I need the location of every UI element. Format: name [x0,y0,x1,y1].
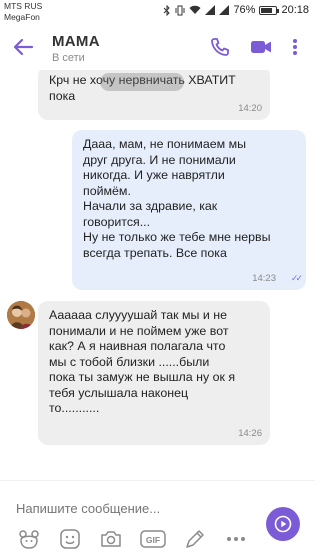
signal-icon-2 [219,5,230,15]
more-vertical-icon[interactable] [288,36,302,58]
message-incoming[interactable]: Аааааа слуууушай так мы и не понимали и … [38,301,270,445]
carrier-info: MTS RUS MegaFon [4,1,42,23]
composer: GIF [0,480,315,560]
gif-icon[interactable]: GIF [140,527,166,551]
doodle-icon[interactable] [183,527,207,551]
camera-icon[interactable] [99,527,123,551]
contact-name[interactable]: МАМА [52,33,100,50]
carrier-secondary: MegaFon [4,12,40,22]
battery-fill [261,7,273,13]
message-list[interactable]: Крч не хочу нервничать ХВАТИТ пока 14:20… [0,70,315,480]
message-text: Аааааа слуууушай так мы и не понимали и … [49,308,236,415]
read-ticks: ✓✓ [290,272,303,283]
message-outgoing[interactable]: Дааа, мам, не понимаем мы друг друга. И … [72,130,306,290]
message-text: Дааа, мам, не понимаем мы друг друга. И … [83,137,271,260]
vibrate-icon [175,5,185,15]
play-circle-icon [274,515,292,533]
sticker-bear-icon[interactable] [17,527,41,551]
status-indicators: 76% 20:18 [163,4,309,16]
back-arrow-icon[interactable] [10,34,36,60]
gif-label: GIF [146,535,160,545]
more-dots-icon[interactable] [224,527,248,551]
message-time: 14:26 [238,427,262,439]
emoji-icon[interactable] [58,527,82,551]
contact-status: В сети [52,52,85,64]
message-time: 14:23 [252,272,276,284]
composer-tools: GIF [0,525,265,553]
carrier-primary: MTS RUS [4,1,43,11]
bluetooth-icon [164,4,171,16]
avatar[interactable] [7,301,35,329]
phone-icon[interactable] [209,36,231,58]
message-input[interactable] [16,497,256,519]
avatar-image [7,301,35,329]
battery-icon [259,5,280,15]
wifi-icon [189,5,201,14]
status-bar: MTS RUS MegaFon 76% 20:18 [0,0,315,24]
message-time: 14:20 [238,102,262,114]
clock: 20:18 [281,4,309,16]
voice-video-message-button[interactable] [266,507,300,541]
video-camera-icon[interactable] [250,36,272,58]
chat-header: МАМА В сети [0,24,315,70]
date-overlay [100,73,184,91]
signal-icon-1 [205,5,216,15]
battery-percent: 76% [233,4,256,16]
